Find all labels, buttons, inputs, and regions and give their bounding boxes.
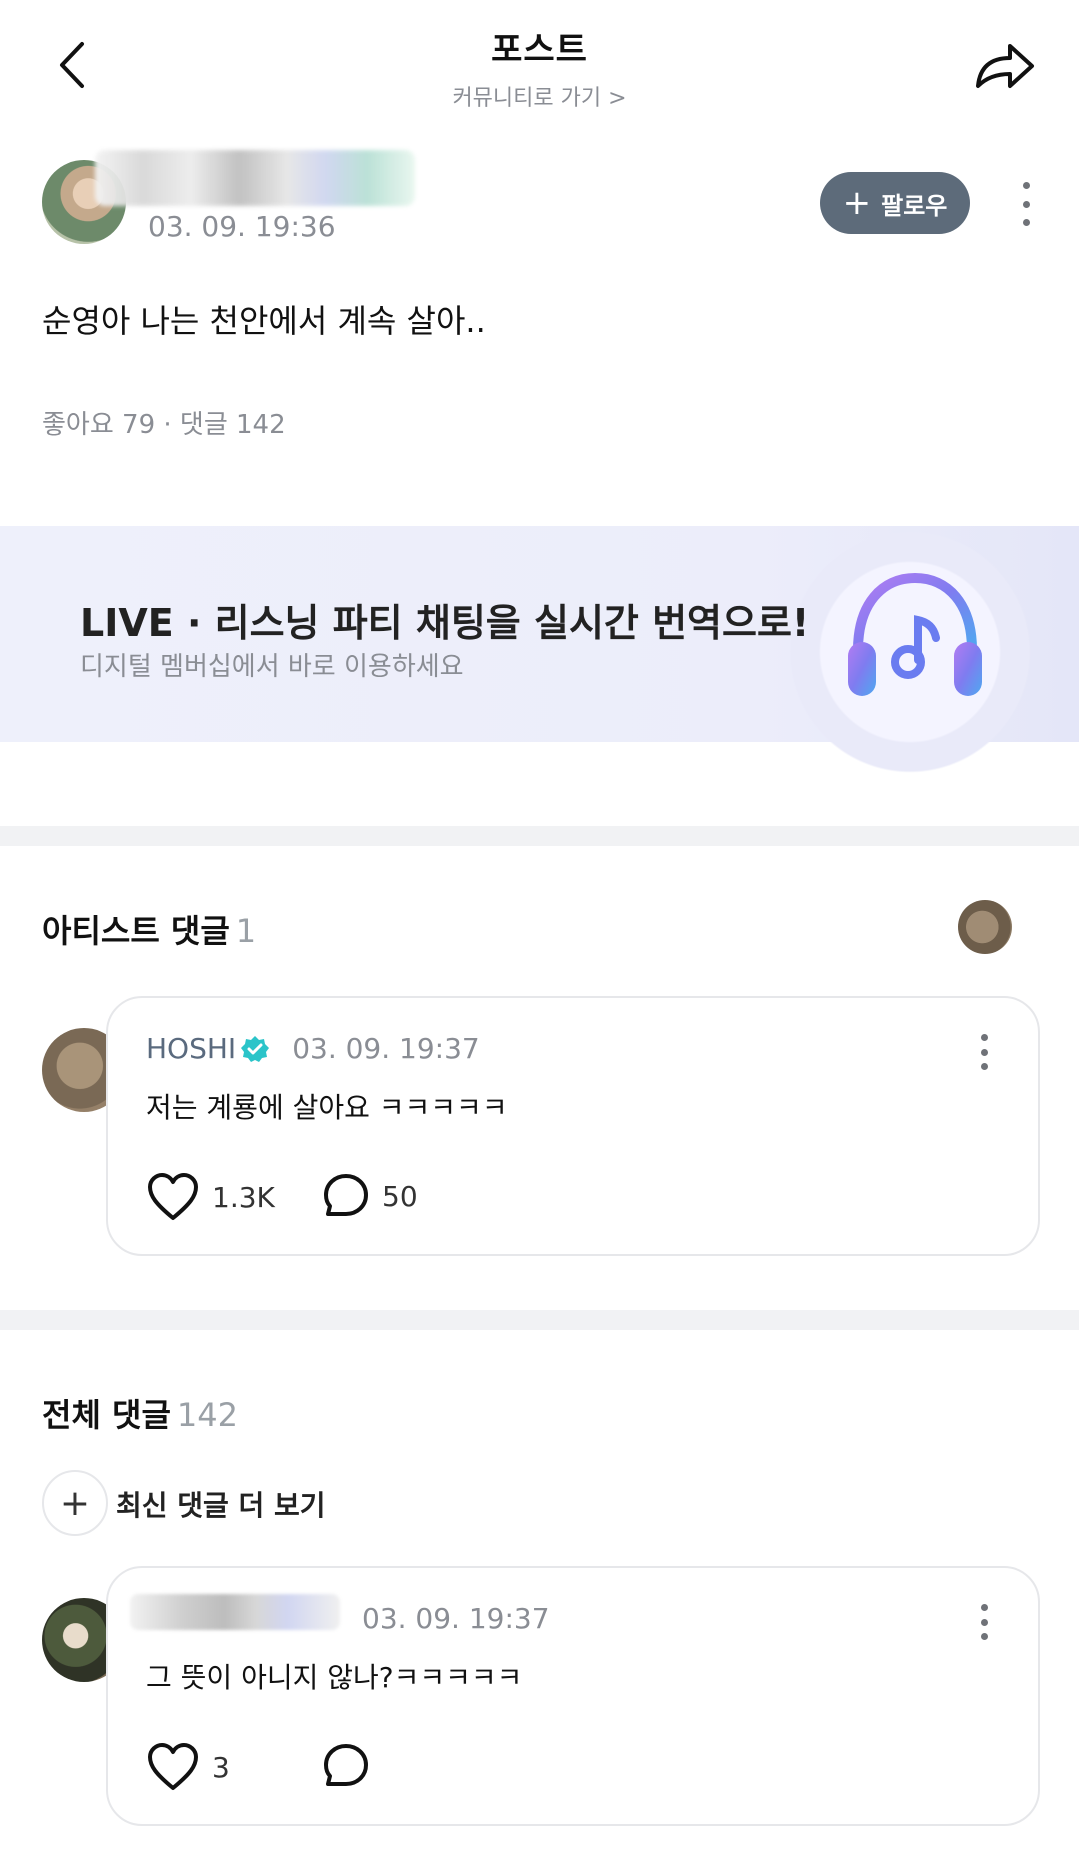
comment-more-button[interactable] xyxy=(974,1604,994,1640)
community-link[interactable]: 커뮤니티로 가기 > xyxy=(0,80,1079,112)
artist-comments-count: 1 xyxy=(235,912,257,950)
banner-title: LIVE · 리스닝 파티 채팅을 실시간 번역으로! xyxy=(80,601,810,645)
commenter-name-blurred xyxy=(130,1594,340,1630)
commenter-name[interactable]: HOSHI xyxy=(146,1032,236,1065)
author-name-blurred xyxy=(95,150,415,206)
comment-bubble-icon xyxy=(324,1744,368,1786)
more-vertical-icon xyxy=(980,1604,988,1611)
more-vertical-icon xyxy=(980,1034,988,1041)
verified-badge-icon xyxy=(241,1035,270,1062)
plus-icon: + xyxy=(842,183,872,223)
share-button[interactable] xyxy=(970,30,1040,100)
all-comments-heading: 전체 댓글 142 xyxy=(42,1390,238,1436)
load-latest-label[interactable]: 최신 댓글 더 보기 xyxy=(116,1484,326,1524)
artist-comments-title: 아티스트 댓글 xyxy=(42,912,230,950)
like-button[interactable]: 3 xyxy=(146,1742,230,1792)
post-stats: 좋아요 79 · 댓글 142 xyxy=(42,410,286,440)
reply-count: 50 xyxy=(382,1179,418,1213)
follow-label: 팔로우 xyxy=(881,191,948,220)
banner-subtitle: 디지털 멤버십에서 바로 이용하세요 xyxy=(80,652,464,682)
like-count: 1.3K xyxy=(212,1180,275,1214)
follow-button[interactable]: + 팔로우 xyxy=(820,172,970,234)
all-comments-count: 142 xyxy=(176,1396,238,1434)
comment-time: 03. 09. 19:37 xyxy=(362,1602,550,1635)
artist-avatar-small[interactable] xyxy=(958,900,1012,954)
comment-more-button[interactable] xyxy=(974,1034,994,1070)
all-comments-title: 전체 댓글 xyxy=(42,1396,171,1434)
post-body: 순영아 나는 천안에서 계속 살아.. xyxy=(42,302,486,340)
plus-icon: + xyxy=(59,1482,91,1524)
page-title: 포스트 xyxy=(491,30,588,70)
comment-bubble-icon xyxy=(324,1174,368,1216)
reply-button[interactable]: 50 xyxy=(322,1172,418,1220)
comment-text: 저는 계룡에 살아요 ㅋㅋㅋㅋㅋ xyxy=(146,1091,508,1124)
headphones-music-icon xyxy=(840,564,990,714)
post-time: 03. 09. 19:36 xyxy=(148,210,336,243)
like-count: 3 xyxy=(212,1750,230,1784)
artist-comments-heading: 아티스트 댓글 1 xyxy=(42,906,256,952)
section-divider xyxy=(0,1310,1079,1330)
more-vertical-icon xyxy=(1022,182,1030,189)
section-divider xyxy=(0,826,1079,846)
reply-button[interactable] xyxy=(322,1742,370,1790)
comment-text: 그 뜻이 아니지 않나?ㅋㅋㅋㅋㅋ xyxy=(146,1661,523,1694)
heart-icon xyxy=(148,1743,198,1790)
share-icon xyxy=(976,44,1034,88)
comment-time: 03. 09. 19:37 xyxy=(292,1032,480,1065)
load-latest-button[interactable]: + xyxy=(42,1470,108,1536)
artist-comment-header: HOSHI 03. 09. 19:37 xyxy=(146,1032,480,1065)
heart-icon xyxy=(148,1173,198,1220)
like-button[interactable]: 1.3K xyxy=(146,1172,275,1222)
post-more-button[interactable] xyxy=(1016,182,1036,226)
